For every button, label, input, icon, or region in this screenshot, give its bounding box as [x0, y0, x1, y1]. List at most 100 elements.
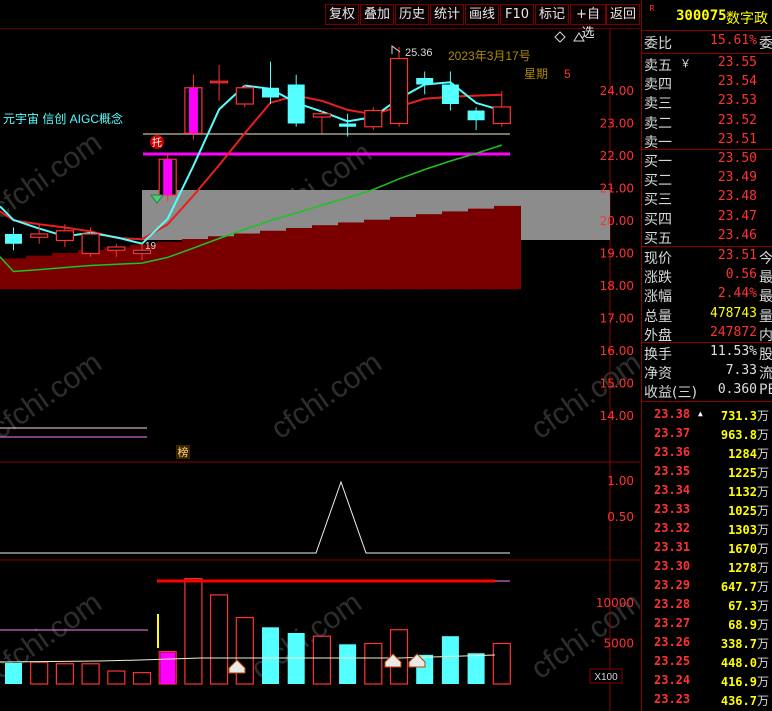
candle[interactable]	[364, 107, 383, 130]
tick-row[interactable]: 23.27 68.9万	[642, 616, 772, 635]
price-tick-label: 16.00	[600, 344, 634, 358]
volume-bar	[312, 635, 331, 685]
volume-bar	[441, 636, 459, 684]
bang-badge: 榜	[176, 445, 190, 459]
candle[interactable]	[492, 91, 511, 127]
candle[interactable]	[312, 110, 331, 134]
tick-unit: 万	[756, 656, 769, 670]
tick-price: 23.28	[654, 597, 691, 611]
tick-unit: 万	[756, 675, 769, 689]
tick-unit: 万	[756, 428, 769, 442]
triangle-icon[interactable]	[573, 32, 585, 42]
tick-row[interactable]: 23.37 963.8万	[642, 426, 772, 445]
weekday-value: 5	[564, 67, 571, 81]
tick-volume: 1132万	[728, 485, 769, 499]
volume-bar	[210, 594, 229, 685]
price-tick-label: 18.00	[600, 279, 634, 293]
bid-row-label: 买四	[644, 211, 672, 228]
stair-segment	[416, 214, 443, 290]
tick-row[interactable]: 23.36 1284万	[642, 445, 772, 464]
volume-bar	[364, 642, 383, 685]
svg-text:cfchi.com: cfchi.com	[265, 346, 388, 446]
price-tick-label: 14.00	[600, 409, 634, 423]
price-tick-label: 15.00	[600, 377, 634, 391]
svg-text:榜: 榜	[178, 445, 189, 459]
candle[interactable]	[416, 71, 434, 95]
limit-up-highlight	[188, 87, 198, 134]
candle[interactable]	[339, 113, 357, 137]
tick-row[interactable]: 23.38 731.3万 ▲	[642, 407, 772, 426]
vol-unit-label: X100	[594, 672, 618, 683]
candle[interactable]	[287, 74, 305, 127]
tick-volume: 647.7万	[720, 580, 769, 594]
indicator-line	[0, 480, 510, 554]
volume-bar	[107, 670, 126, 685]
stat-row-value: 0.56	[725, 267, 757, 283]
bid-row-label: 买五	[644, 230, 672, 247]
bid-row-label: 买一	[644, 154, 672, 170]
volume-bar	[184, 578, 203, 685]
left-level-label: 19	[145, 241, 157, 252]
volume-bar	[339, 644, 357, 684]
breakout-highlight	[163, 159, 173, 195]
weibi-row: 委比 15.61% 委	[642, 33, 772, 52]
tick-price: 23.30	[654, 559, 691, 573]
bid-row-value: 23.46	[717, 227, 757, 243]
weibi-label: 委比	[644, 36, 672, 52]
tick-price: 23.29	[654, 578, 691, 592]
kline-chart[interactable]: cfchi.com cfchi.com cfchi.com cfchi.com …	[0, 0, 640, 711]
tick-volume: 1670万	[728, 542, 769, 556]
tick-row[interactable]: 23.26 338.7万	[642, 635, 772, 654]
tick-row[interactable]: 23.25 448.0万	[642, 654, 772, 673]
tick-row[interactable]: 23.28 67.3万	[642, 597, 772, 616]
svg-text:cfchi.com: cfchi.com	[0, 126, 108, 226]
tick-row[interactable]: 23.33 1025万	[642, 502, 772, 521]
stat-row: 收益(三) 0.360 PE	[642, 382, 772, 401]
candle[interactable]	[262, 61, 279, 104]
svg-text:cfchi.com: cfchi.com	[525, 346, 640, 446]
tick-row[interactable]: 23.24 416.9万	[642, 673, 772, 692]
stair-segment	[26, 255, 53, 290]
tick-volume: 1025万	[728, 504, 769, 518]
tick-price: 23.31	[654, 540, 691, 554]
tick-row[interactable]: 23.34 1132万	[642, 483, 772, 502]
candle[interactable]	[235, 84, 254, 108]
stock-title: R 300075 数字政	[642, 0, 772, 28]
tick-row[interactable]: 23.23 436.7万	[642, 692, 772, 711]
tick-price: 23.34	[654, 483, 691, 497]
candle[interactable]	[5, 227, 22, 251]
tick-volume: 1225万	[728, 466, 769, 480]
candle[interactable]	[441, 71, 459, 111]
stat-row-label: 总量	[644, 308, 672, 325]
tick-unit: 万	[756, 599, 769, 613]
ask-row-value: 23.55	[717, 55, 757, 70]
bid-row-label: 买二	[644, 173, 672, 190]
tick-row[interactable]: 23.30 1278万	[642, 559, 772, 578]
tick-row[interactable]: 23.29 647.7万	[642, 578, 772, 597]
candle[interactable]	[467, 107, 485, 130]
ask-row-label: 卖二	[644, 115, 672, 132]
ask-row-value: 23.54	[717, 74, 757, 90]
tick-unit: 万	[756, 409, 769, 423]
volume-highlight	[160, 652, 176, 684]
tick-row[interactable]: 23.35 1225万	[642, 464, 772, 483]
price-tick-label: 20.00	[600, 214, 634, 228]
tick-volume: 338.7万	[720, 637, 769, 651]
tick-row[interactable]: 23.31 1670万	[642, 540, 772, 559]
candle[interactable]	[210, 65, 229, 101]
weibi-value: 15.61%	[710, 33, 757, 48]
stat-row: 净资 7.33 流	[642, 363, 772, 382]
stat-row-value: 11.53%	[710, 344, 757, 359]
tick-row[interactable]: 23.32 1303万	[642, 521, 772, 540]
tick-volume: 1303万	[728, 523, 769, 537]
stat-row-cut: 量	[759, 308, 772, 325]
stock-name: 数字政	[726, 11, 768, 27]
diamond-icon[interactable]	[554, 31, 566, 43]
ask-row: 卖一 23.51	[642, 132, 772, 151]
tick-unit: 万	[756, 485, 769, 499]
tick-unit: 万	[756, 504, 769, 518]
high-price-label: 25.36	[405, 47, 433, 59]
stat-row-value: 0.360	[717, 382, 757, 398]
stat-row-cut: 股	[759, 347, 772, 363]
volume-bar	[132, 672, 152, 685]
